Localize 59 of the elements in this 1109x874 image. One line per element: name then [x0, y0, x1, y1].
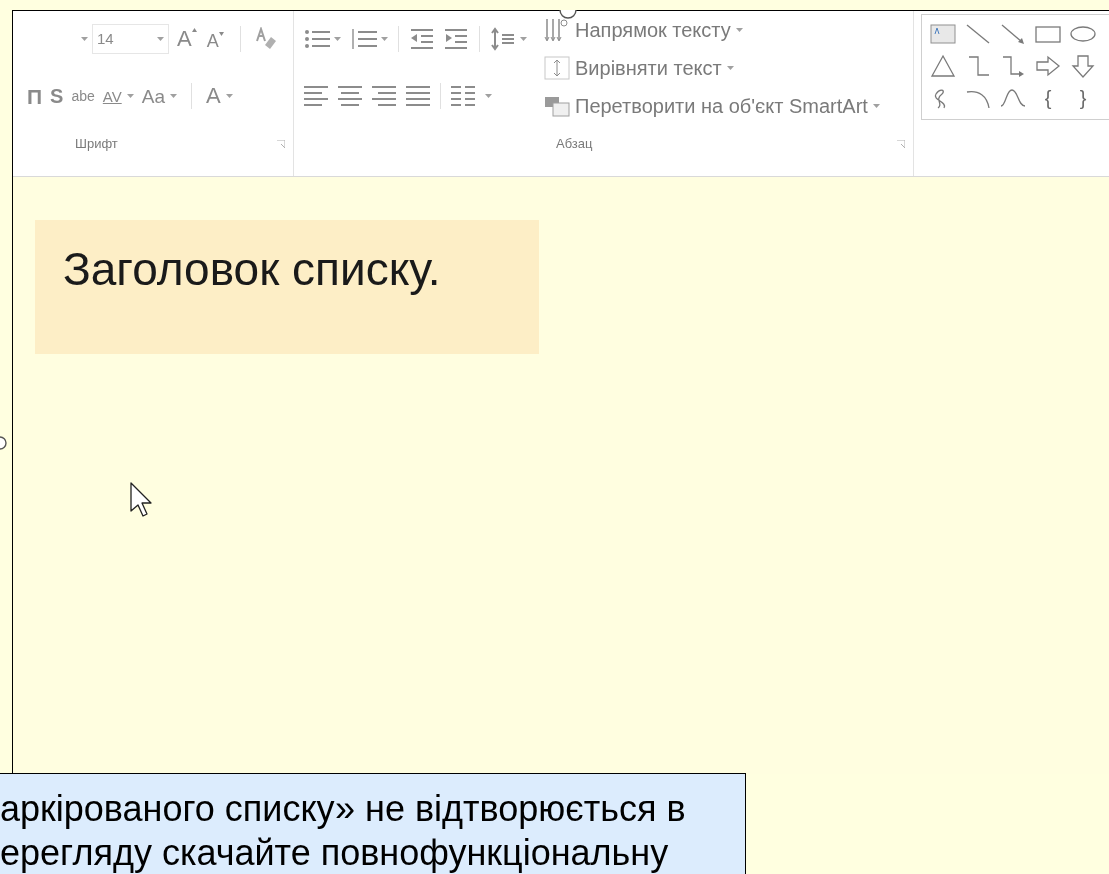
increase-indent-icon[interactable]	[443, 28, 469, 50]
underline-button[interactable]: П	[27, 85, 43, 107]
cursor-icon	[129, 481, 153, 519]
caret-icon[interactable]	[81, 37, 88, 41]
font-size-field[interactable]: 14	[93, 24, 169, 54]
title-placeholder[interactable]: Заголовок списку.	[35, 220, 539, 354]
align-center-icon[interactable]	[338, 84, 362, 108]
caret-icon[interactable]	[520, 37, 527, 41]
justify-icon[interactable]	[406, 84, 430, 108]
notice-text: ерегляду скачайте повнофункціональну	[0, 832, 670, 874]
shadow-button[interactable]: S	[50, 86, 64, 106]
strikethrough-button[interactable]: abe	[71, 89, 95, 103]
brace-shape-button[interactable]: {	[1035, 88, 1061, 108]
caret-icon[interactable]	[872, 104, 880, 108]
spacing-button[interactable]: AV	[102, 88, 134, 104]
arrow-line-icon[interactable]	[1000, 22, 1026, 46]
case-button[interactable]: Aa	[141, 86, 177, 106]
group-label: Шрифт	[75, 135, 118, 154]
right-arrow-icon[interactable]	[1035, 54, 1061, 78]
connector-arrow-icon[interactable]	[1000, 54, 1026, 78]
textbox-icon[interactable]	[930, 22, 956, 46]
slide-title: Заголовок списку.	[63, 243, 441, 295]
line-icon[interactable]	[965, 22, 991, 46]
numbering-icon[interactable]	[351, 28, 377, 50]
line-spacing-icon[interactable]	[490, 27, 516, 51]
caret-icon	[218, 31, 224, 36]
notice-text: аркірованого списку» не відтворюється в	[0, 788, 687, 830]
columns-icon[interactable]	[451, 84, 475, 108]
ribbon-command[interactable]: Перетворити на об'єкт SmartArt	[544, 91, 880, 121]
brace-shape-button[interactable]: }	[1070, 88, 1096, 108]
up-caret-icon	[191, 28, 197, 32]
align-left-icon[interactable]	[304, 84, 328, 108]
dialog-launcher-icon[interactable]	[897, 140, 905, 148]
align-right-icon[interactable]	[372, 84, 396, 108]
ribbon-command[interactable]: Напрямок тексту	[544, 15, 880, 45]
group-label: Абзац	[556, 135, 593, 154]
grow-font-button[interactable]: A	[177, 28, 197, 50]
resize-handle-icon[interactable]	[0, 436, 8, 450]
ribbon-command[interactable]: Вирівняти текст	[544, 53, 880, 83]
text-direction-icon	[544, 18, 570, 42]
bullets-icon[interactable]	[304, 28, 330, 50]
caret-icon[interactable]	[126, 94, 134, 98]
down-arrow-icon[interactable]	[1070, 54, 1096, 78]
smartart-icon	[544, 94, 570, 118]
caret-icon[interactable]	[334, 37, 341, 41]
dialog-launcher-icon[interactable]	[277, 140, 285, 148]
caret-icon[interactable]	[169, 94, 177, 98]
caret-icon[interactable]	[726, 66, 734, 70]
caret-icon[interactable]	[735, 28, 743, 32]
caret-icon[interactable]	[381, 37, 388, 41]
decrease-indent-icon[interactable]	[409, 28, 435, 50]
triangle-icon[interactable]	[930, 54, 956, 78]
align-text-icon	[544, 56, 570, 80]
font-color-button[interactable]: A	[205, 85, 233, 107]
caret-icon[interactable]	[225, 94, 233, 98]
resize-handle-icon[interactable]	[558, 10, 578, 22]
shrink-font-button[interactable]: A	[206, 28, 224, 50]
caret-icon[interactable]	[485, 94, 492, 98]
caret-icon[interactable]	[157, 37, 164, 41]
